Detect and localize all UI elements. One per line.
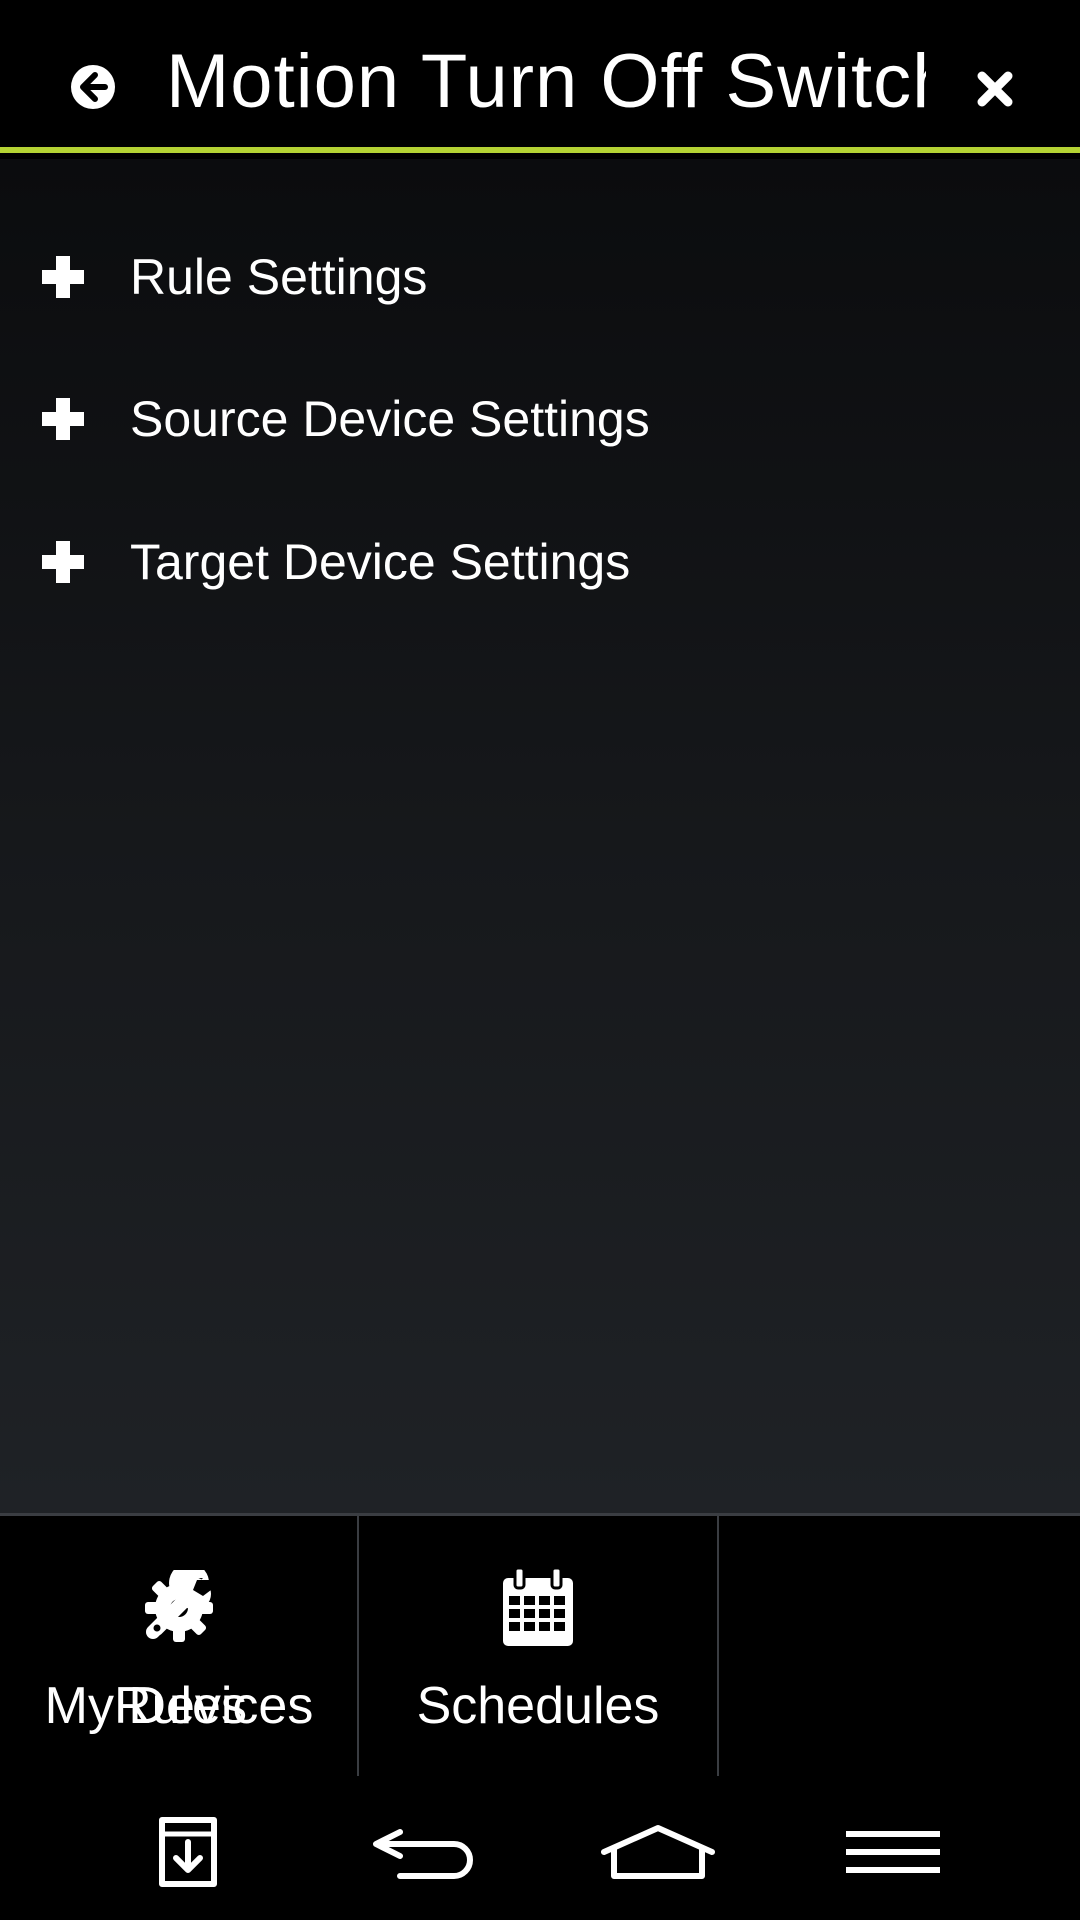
back-button[interactable] bbox=[66, 60, 120, 114]
plus-icon bbox=[42, 541, 84, 583]
nav-divider bbox=[717, 1516, 719, 1779]
menu-icon bbox=[846, 1831, 940, 1873]
section-label: Target Device Settings bbox=[130, 534, 631, 590]
close-icon bbox=[977, 71, 1013, 107]
nav-rules[interactable]: Rules bbox=[0, 1516, 361, 1779]
back-arrow-circle-icon bbox=[71, 65, 115, 109]
plus-icon bbox=[42, 256, 84, 298]
page-title: Motion Turn Off Switch bbox=[166, 39, 926, 124]
download-icon bbox=[159, 1817, 217, 1887]
wrench-icon bbox=[141, 1568, 221, 1648]
rule-settings-panel: Rule Settings Source Device Settings Tar… bbox=[0, 159, 1080, 1513]
home-button[interactable] bbox=[600, 1812, 716, 1892]
home-icon bbox=[601, 1825, 715, 1879]
section-rule-settings[interactable]: Rule Settings bbox=[0, 207, 1080, 347]
back-icon bbox=[373, 1829, 473, 1879]
header-bar: Motion Turn Off Switch bbox=[0, 0, 1080, 153]
nav-label: Schedules bbox=[416, 1677, 660, 1735]
calendar-icon bbox=[498, 1568, 578, 1648]
download-button[interactable] bbox=[150, 1812, 226, 1892]
close-button[interactable] bbox=[970, 64, 1020, 114]
section-source-device-settings[interactable]: Source Device Settings bbox=[0, 349, 1080, 489]
system-back-button[interactable] bbox=[370, 1812, 478, 1892]
app-screen: Motion Turn Off Switch Rule Settings Sou… bbox=[0, 0, 1080, 1920]
section-target-device-settings[interactable]: Target Device Settings bbox=[0, 492, 1080, 632]
nav-label: Rules bbox=[114, 1677, 247, 1735]
nav-schedules[interactable]: Schedules bbox=[359, 1516, 717, 1779]
section-label: Source Device Settings bbox=[130, 391, 650, 447]
menu-button[interactable] bbox=[846, 1812, 940, 1892]
plus-icon bbox=[42, 398, 84, 440]
section-label: Rule Settings bbox=[130, 249, 428, 305]
bottom-nav: My Devices Schedules Rules bbox=[0, 1513, 1080, 1779]
system-nav-bar bbox=[0, 1776, 1080, 1920]
